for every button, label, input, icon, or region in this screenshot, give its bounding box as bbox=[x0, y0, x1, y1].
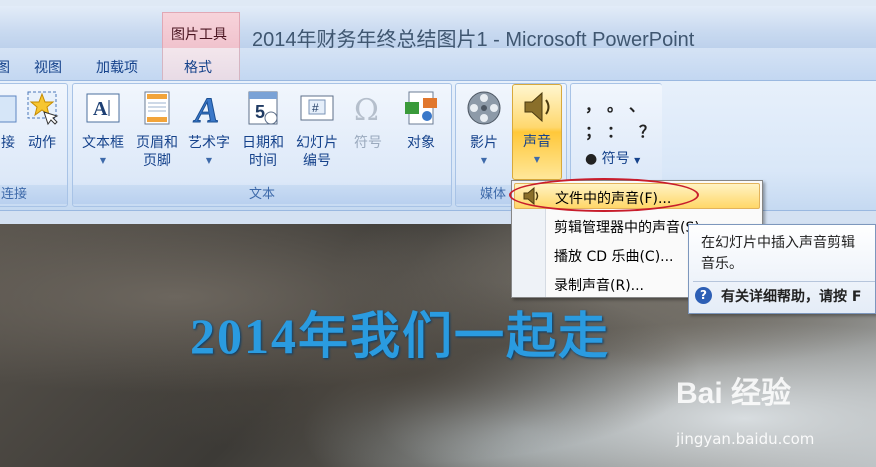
text-group-label: 文本 bbox=[73, 185, 451, 204]
symbol-enumeration-comma[interactable]: 、 bbox=[629, 92, 645, 116]
sound-button[interactable]: 声音 ▼ bbox=[512, 84, 562, 180]
tooltip-description: 在幻灯片中插入声音剪辑 音乐。 bbox=[701, 233, 855, 275]
help-icon: ? bbox=[695, 287, 712, 304]
action-label: 动作 bbox=[28, 135, 56, 151]
baidu-watermark: Bai 经验 bbox=[676, 377, 792, 410]
object-button[interactable]: 对象 bbox=[395, 88, 447, 152]
tooltip-separator bbox=[693, 281, 875, 282]
links-group: 接 动作 连接 bbox=[0, 83, 68, 207]
special-symbol-dropdown[interactable]: ● 符号 ▼ bbox=[585, 148, 640, 168]
slide-number-label-line1: 幻灯片 bbox=[296, 135, 338, 151]
movie-label: 影片 bbox=[470, 135, 498, 151]
symbol-question[interactable]: ？ bbox=[639, 118, 655, 142]
chevron-down-icon: ▼ bbox=[99, 156, 107, 165]
title-bar: 图片工具 2014年财务年终总结图片1 - Microsoft PowerPoi… bbox=[0, 0, 876, 54]
header-footer-label-line2: 页脚 bbox=[143, 153, 171, 169]
tooltip-line2: 音乐。 bbox=[701, 256, 743, 272]
chevron-down-icon: ▼ bbox=[480, 156, 488, 165]
hyperlink-label: 接 bbox=[1, 135, 15, 151]
symbol-button[interactable]: Ω 符号 bbox=[345, 88, 391, 152]
links-group-label: 连接 bbox=[0, 185, 67, 204]
hyperlink-button[interactable]: 接 bbox=[0, 88, 23, 152]
date-time-label-line2: 时间 bbox=[249, 153, 277, 169]
chevron-down-icon: ▼ bbox=[533, 155, 541, 164]
object-label: 对象 bbox=[407, 135, 435, 151]
text-box-icon: A bbox=[83, 88, 123, 128]
wordart-label: 艺术字 bbox=[188, 135, 230, 151]
svg-text:5: 5 bbox=[255, 102, 265, 122]
tab-add-ins[interactable]: 加载项 bbox=[96, 57, 138, 77]
film-reel-icon bbox=[464, 88, 504, 128]
picture-tools-label: 图片工具 bbox=[171, 27, 227, 43]
tooltip-help-text: 有关详细帮助，请按 F bbox=[721, 289, 862, 305]
chevron-down-icon: ▼ bbox=[634, 156, 641, 165]
text-group: A 文本框 ▼ 页眉和 页脚 A 艺术字 ▼ 5 日期和 时间 # 幻灯片 编号… bbox=[72, 83, 452, 207]
annotation-highlight-oval bbox=[509, 178, 699, 212]
svg-text:#: # bbox=[312, 101, 319, 115]
symbol-semicolon[interactable]: ； bbox=[585, 118, 601, 142]
svg-text:A: A bbox=[193, 90, 219, 128]
watermark-url: jingyan.baidu.com bbox=[676, 430, 815, 448]
slide-number-icon: # bbox=[297, 88, 337, 128]
symbol-period[interactable]: 。 bbox=[607, 92, 623, 116]
movie-button[interactable]: 影片 ▼ bbox=[460, 88, 508, 170]
symbol-colon[interactable]: ： bbox=[607, 118, 623, 142]
symbol-label: 符号 bbox=[354, 135, 382, 151]
speaker-icon bbox=[517, 87, 557, 127]
tab-format-label: 格式 bbox=[184, 60, 212, 76]
special-symbol-label: 符号 bbox=[601, 151, 630, 167]
svg-text:Ω: Ω bbox=[354, 93, 379, 128]
wordart-button[interactable]: A 艺术字 ▼ bbox=[183, 88, 235, 170]
date-time-button[interactable]: 5 日期和 时间 bbox=[236, 88, 290, 170]
wordart-icon: A bbox=[189, 88, 229, 131]
tab-partial[interactable]: 图 bbox=[0, 57, 10, 77]
ribbon-tab-row: 图 视图 加载项 bbox=[0, 48, 876, 80]
menu-item-label: 录制声音(R)... bbox=[554, 278, 645, 294]
text-box-button[interactable]: A 文本框 ▼ bbox=[77, 88, 129, 170]
header-footer-icon bbox=[137, 88, 177, 128]
sound-label: 声音 bbox=[523, 134, 551, 150]
action-star-icon bbox=[22, 88, 62, 128]
text-box-label: 文本框 bbox=[82, 135, 124, 151]
omega-icon: Ω bbox=[348, 88, 388, 128]
action-button[interactable]: 动作 bbox=[21, 88, 63, 152]
slide-heading[interactable]: 2014年我们一起走 bbox=[190, 296, 610, 368]
hyperlink-icon bbox=[0, 88, 18, 128]
tab-view[interactable]: 视图 bbox=[34, 57, 62, 77]
tab-format[interactable]: 格式 bbox=[162, 48, 240, 80]
menu-item-label: 播放 CD 乐曲(C)... bbox=[554, 249, 674, 265]
header-footer-button[interactable]: 页眉和 页脚 bbox=[129, 88, 185, 170]
date-time-label-line1: 日期和 bbox=[242, 135, 284, 151]
date-time-icon: 5 bbox=[243, 88, 283, 128]
svg-text:A: A bbox=[93, 98, 108, 120]
pin-icon: ● bbox=[585, 151, 598, 167]
object-icon bbox=[401, 88, 441, 128]
header-footer-label-line1: 页眉和 bbox=[136, 135, 178, 151]
symbol-comma[interactable]: ， bbox=[585, 92, 601, 116]
slide-number-button[interactable]: # 幻灯片 编号 bbox=[290, 88, 344, 170]
chevron-down-icon: ▼ bbox=[205, 156, 213, 165]
sound-button-content: 声音 ▼ bbox=[513, 87, 561, 169]
tooltip-line1: 在幻灯片中插入声音剪辑 bbox=[701, 235, 855, 251]
slide-number-label-line2: 编号 bbox=[303, 153, 331, 169]
tooltip: 在幻灯片中插入声音剪辑 音乐。 ? 有关详细帮助，请按 F bbox=[688, 224, 876, 314]
